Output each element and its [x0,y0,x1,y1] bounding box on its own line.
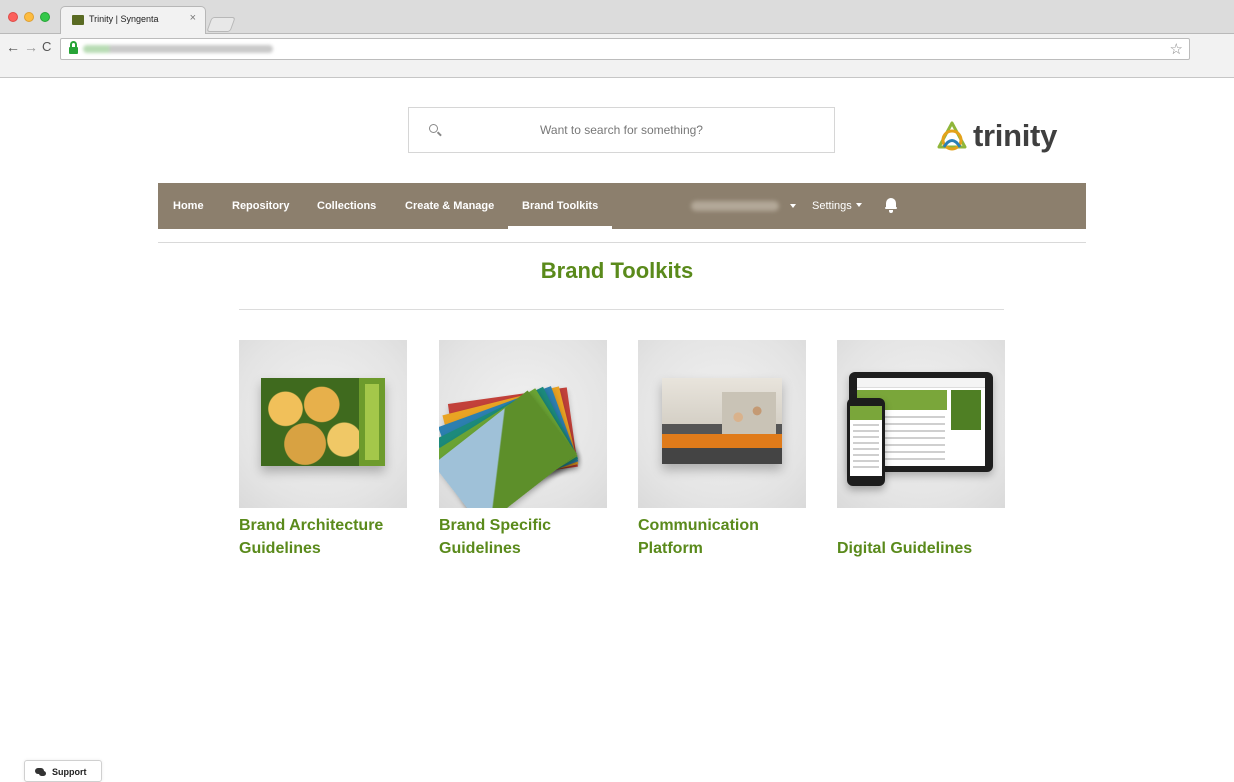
search-box[interactable]: Want to search for something? [408,107,835,153]
nav-repository[interactable]: Repository [232,183,289,229]
user-menu-name-blurred[interactable] [691,201,779,211]
toolkit-link[interactable]: Brand Specific Guidelines [439,514,607,560]
search-placeholder: Want to search for something? [540,123,703,137]
logo-text: trinity [973,118,1058,153]
maximize-window-button[interactable] [40,12,50,22]
nav-collections[interactable]: Collections [317,183,376,229]
nav-home[interactable]: Home [173,183,204,229]
tab-title: Trinity | Syngenta [89,14,159,24]
settings-label: Settings [812,200,852,212]
browser-chrome: Trinity | Syngenta × ← → C ☆ [0,0,1234,78]
browser-tab[interactable]: Trinity | Syngenta × [60,6,206,34]
toolkit-link[interactable]: Digital Guidelines [837,537,1005,560]
nav-create-manage[interactable]: Create & Manage [405,183,494,229]
address-bar[interactable]: ☆ [60,38,1190,60]
toolkit-thumbnail[interactable] [837,340,1005,508]
main-navbar: Home Repository Collections Create & Man… [158,183,1086,229]
chat-bubbles-icon [35,768,46,776]
bell-icon[interactable] [885,198,897,213]
toolkit-thumbnail[interactable] [638,340,806,508]
page-title: Brand Toolkits [540,258,694,283]
toolbar-spacer [0,64,1234,78]
title-divider [239,309,1004,310]
lock-icon [69,41,78,54]
toolkit-link[interactable]: Communication Platform [638,514,806,560]
trinity-logo-icon [937,121,967,151]
toolkit-card-communication-platform[interactable]: Communication Platform [638,340,806,560]
toolkit-link[interactable]: Brand Architecture Guidelines [239,514,407,560]
tab-close-icon[interactable]: × [190,12,196,24]
favicon-icon [72,15,84,25]
minimize-window-button[interactable] [24,12,34,22]
chevron-down-icon [855,203,862,207]
toolkit-card-brand-specific[interactable]: Brand Specific Guidelines [439,340,607,560]
book-cover-image [261,378,385,466]
bookmark-star-icon[interactable]: ☆ [1170,40,1183,58]
toolkit-card-digital-guidelines[interactable]: Digital Guidelines [837,340,1005,560]
reload-icon[interactable]: C [42,40,51,54]
support-button[interactable]: Support [24,760,102,782]
support-label: Support [52,767,87,777]
nav-brand-toolkits[interactable]: Brand Toolkits [507,183,613,229]
phone-image [847,398,885,486]
back-arrow-icon[interactable]: ← [6,40,20,54]
close-window-button[interactable] [8,12,18,22]
toolkit-thumbnail[interactable] [439,340,607,508]
browser-toolbar: ← → C ☆ [0,34,1234,64]
settings-menu[interactable]: Settings [812,183,862,229]
toolkit-thumbnail[interactable] [239,340,407,508]
book-cover-image [662,378,782,464]
tab-strip: Trinity | Syngenta × [0,0,1234,34]
divider [158,242,1086,243]
user-menu-caret-icon[interactable] [790,204,796,208]
blurred-url [83,45,273,53]
forward-arrow-icon[interactable]: → [24,40,38,54]
new-tab-button[interactable] [206,17,236,32]
toolkit-card-brand-architecture[interactable]: Brand Architecture Guidelines [239,340,407,560]
